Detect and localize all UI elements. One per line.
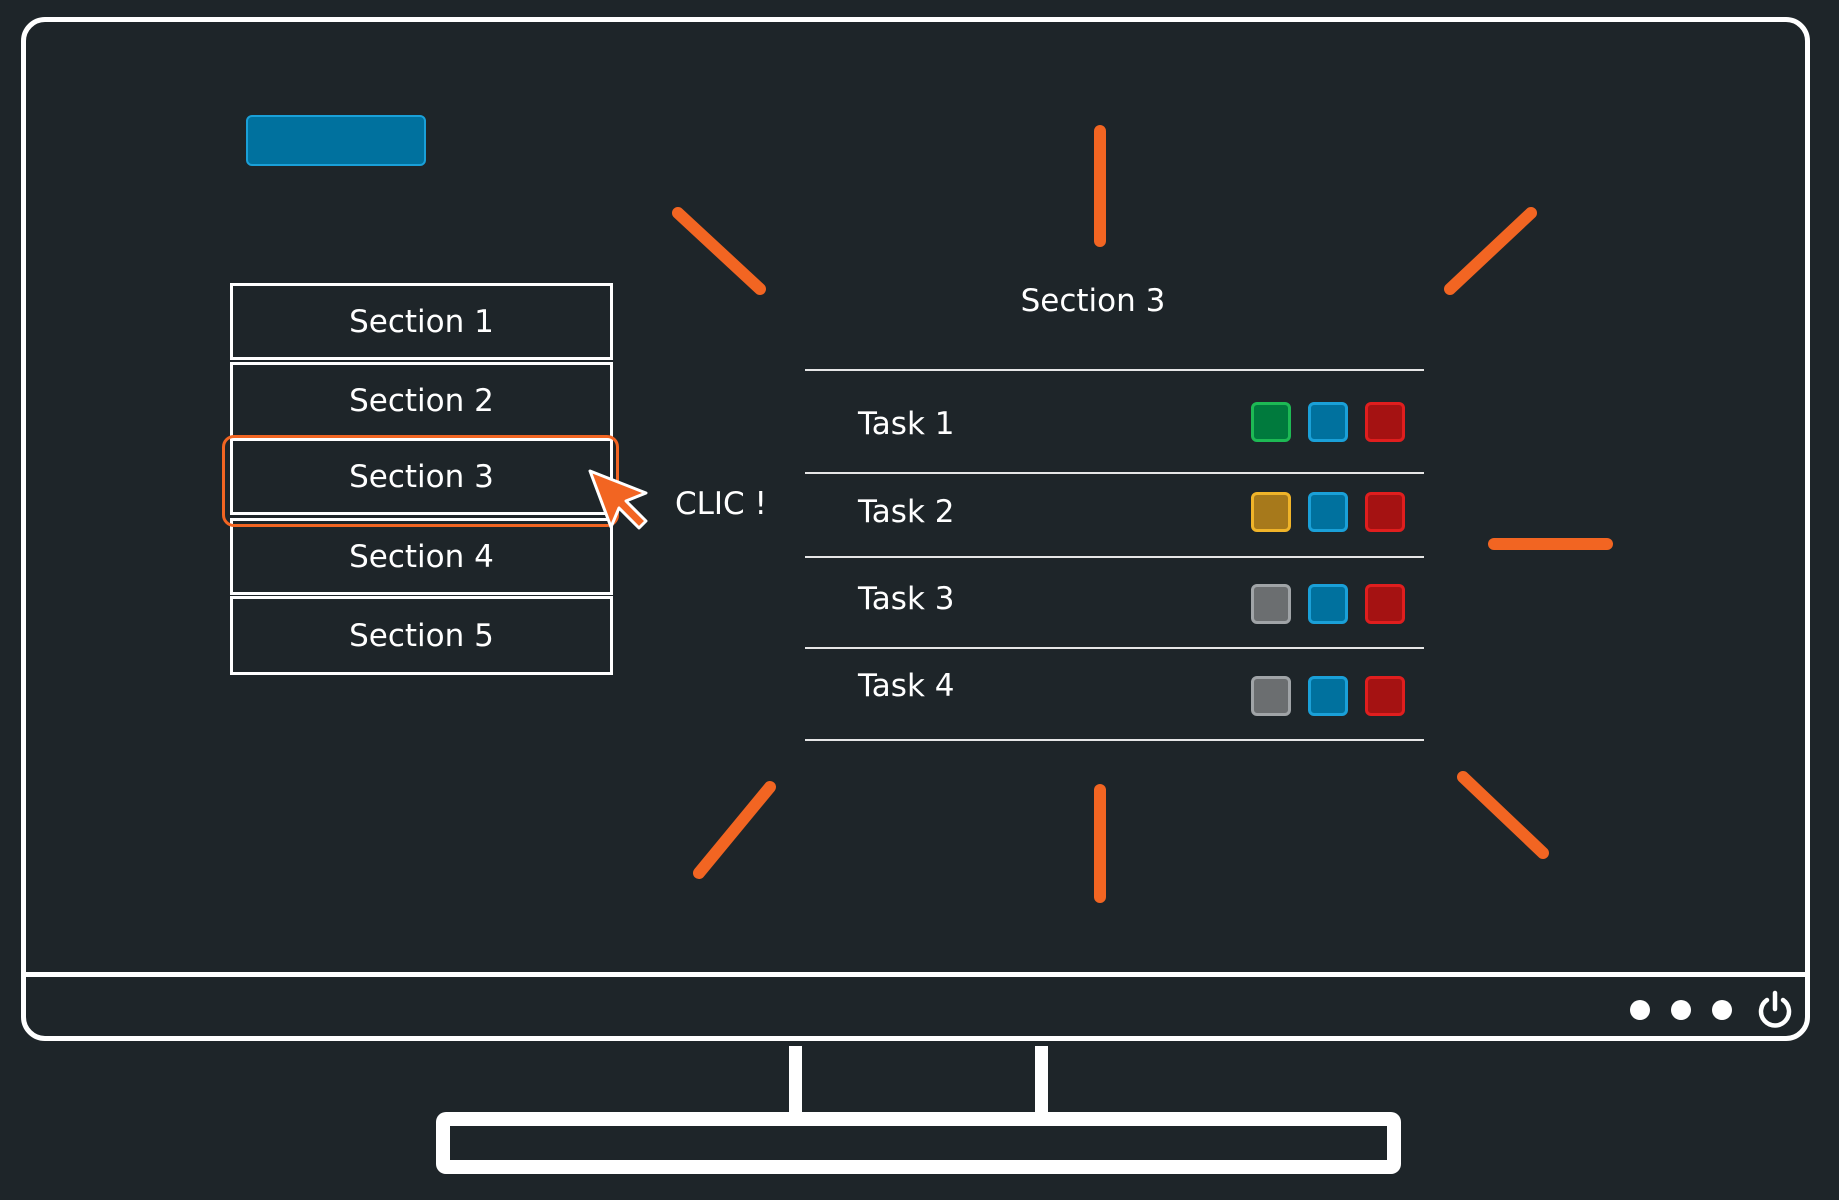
task-label: Task 4	[858, 668, 955, 704]
divider	[805, 556, 1424, 558]
task-label: Task 1	[858, 406, 955, 442]
section-item-label: Section 1	[349, 303, 494, 340]
divider	[805, 739, 1424, 741]
header-button[interactable]	[246, 115, 426, 166]
section-item[interactable]: Section 4	[230, 518, 613, 595]
section-item[interactable]: Section 2	[230, 362, 613, 439]
status-square-red[interactable]	[1365, 492, 1405, 532]
divider	[805, 647, 1424, 649]
screen-bezel-divider	[21, 972, 1810, 977]
task-label: Task 3	[858, 581, 955, 617]
stand-neck-left	[789, 1046, 802, 1112]
divider	[805, 472, 1424, 474]
click-callout: CLIC !	[675, 486, 767, 522]
status-square-green[interactable]	[1251, 402, 1291, 442]
pointer-cursor-icon	[588, 469, 648, 530]
section-item[interactable]: Section 5	[230, 596, 613, 675]
status-square-red[interactable]	[1365, 402, 1405, 442]
power-icon[interactable]	[1755, 990, 1795, 1030]
stand-base	[436, 1112, 1401, 1174]
status-square-blue[interactable]	[1308, 584, 1348, 624]
status-dot[interactable]	[1630, 1000, 1650, 1020]
section-item-label: Section 5	[349, 617, 494, 654]
section-item[interactable]: Section 1	[230, 283, 613, 360]
panel-title: Section 3	[1020, 283, 1166, 319]
status-square-gray[interactable]	[1251, 584, 1291, 624]
selection-highlight	[222, 435, 619, 527]
status-square-yellow[interactable]	[1251, 492, 1291, 532]
stand-neck-right	[1035, 1046, 1048, 1112]
section-item-label: Section 4	[349, 538, 494, 575]
status-square-blue[interactable]	[1308, 492, 1348, 532]
task-label: Task 2	[858, 494, 955, 530]
status-dot[interactable]	[1671, 1000, 1691, 1020]
status-dot[interactable]	[1712, 1000, 1732, 1020]
status-square-blue[interactable]	[1308, 676, 1348, 716]
status-square-gray[interactable]	[1251, 676, 1291, 716]
status-square-red[interactable]	[1365, 676, 1405, 716]
section-item-label: Section 2	[349, 382, 494, 419]
divider	[805, 369, 1424, 371]
scene: Section 1 Section 2 Section 3 Section 4 …	[0, 0, 1839, 1200]
status-square-red[interactable]	[1365, 584, 1405, 624]
status-square-blue[interactable]	[1308, 402, 1348, 442]
